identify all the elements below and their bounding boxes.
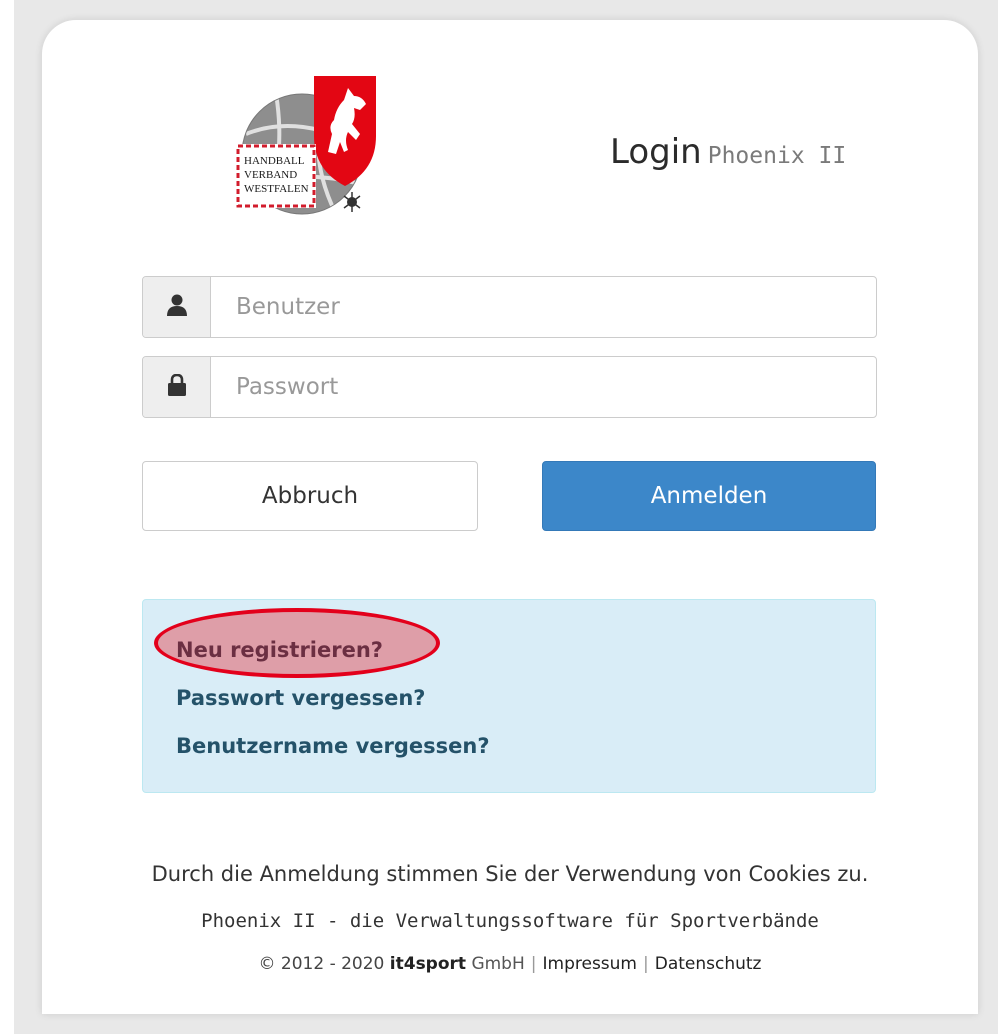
app-name: Phoenix II [707, 143, 847, 169]
register-link[interactable]: Neu registrieren? [176, 638, 383, 662]
cancel-button[interactable]: Abbruch [142, 461, 478, 531]
lock-icon [167, 373, 186, 400]
privacy-link[interactable]: Datenschutz [655, 954, 762, 974]
copyright-text: © 2012 - 2020 [258, 954, 385, 974]
left-edge-strip [0, 0, 14, 1034]
forgot-username-link[interactable]: Benutzername vergessen? [176, 734, 490, 758]
forgot-password-link[interactable]: Passwort vergessen? [176, 686, 425, 710]
tagline: Phoenix II - die Verwaltungssoftware für… [201, 910, 819, 932]
username-input-group [142, 276, 877, 338]
page-title: Login [610, 132, 702, 172]
copyright-line: © 2012 - 2020 it4sport GmbH | Impressum | Da… [42, 954, 978, 974]
login-card: HANDBALL VERBAND WESTFALEN Login Phoenix … [42, 20, 978, 1014]
logo-text-handball: HANDBALL [244, 155, 305, 167]
username-input[interactable] [211, 277, 876, 337]
logo-text-verband: VERBAND [244, 169, 297, 181]
imprint-link[interactable]: Impressum [543, 954, 638, 974]
user-icon [166, 294, 187, 320]
password-input[interactable] [211, 357, 876, 417]
username-addon [143, 277, 211, 337]
company-suffix: GmbH [471, 954, 525, 974]
logo-text-westfalen: WESTFALEN [244, 183, 309, 195]
password-input-group [142, 356, 877, 418]
login-button[interactable]: Anmelden [542, 461, 876, 531]
separator: | [530, 954, 537, 974]
page: HANDBALL VERBAND WESTFALEN Login Phoenix … [0, 0, 998, 1034]
separator: | [643, 954, 649, 974]
login-title: Login Phoenix II [610, 132, 846, 172]
company-name: it4sport [389, 954, 467, 974]
cookie-notice: Durch die Anmeldung stimmen Sie der Verw… [151, 862, 869, 886]
handball-verband-westfalen-logo: HANDBALL VERBAND WESTFALEN [236, 74, 378, 216]
password-addon [143, 357, 211, 417]
account-help-box: Neu registrieren? Passwort vergessen? Be… [142, 599, 876, 793]
